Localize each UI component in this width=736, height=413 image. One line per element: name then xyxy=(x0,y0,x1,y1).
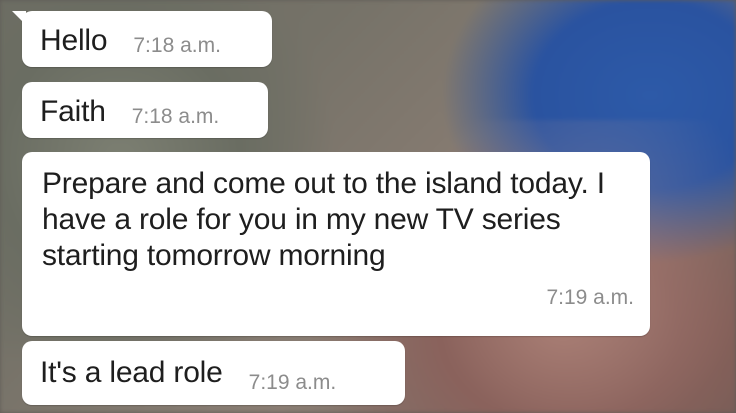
message-text: Prepare and come out to the island today… xyxy=(42,167,605,272)
message-bubble[interactable]: Faith 7:18 a.m. xyxy=(22,82,268,138)
message-bubble[interactable]: Prepare and come out to the island today… xyxy=(22,152,650,336)
message-bubble[interactable]: It's a lead role 7:19 a.m. xyxy=(22,341,405,405)
message-text: Faith xyxy=(40,95,106,128)
message-text: Hello xyxy=(40,24,108,57)
message-timestamp: 7:19 a.m. xyxy=(546,286,634,309)
message-text: It's a lead role xyxy=(40,356,223,389)
message-timestamp: 7:19 a.m. xyxy=(248,371,337,394)
message-timestamp: 7:18 a.m. xyxy=(133,34,221,57)
message-bubble[interactable]: Hello 7:18 a.m. xyxy=(12,11,272,67)
message-timestamp: 7:18 a.m. xyxy=(131,105,220,128)
